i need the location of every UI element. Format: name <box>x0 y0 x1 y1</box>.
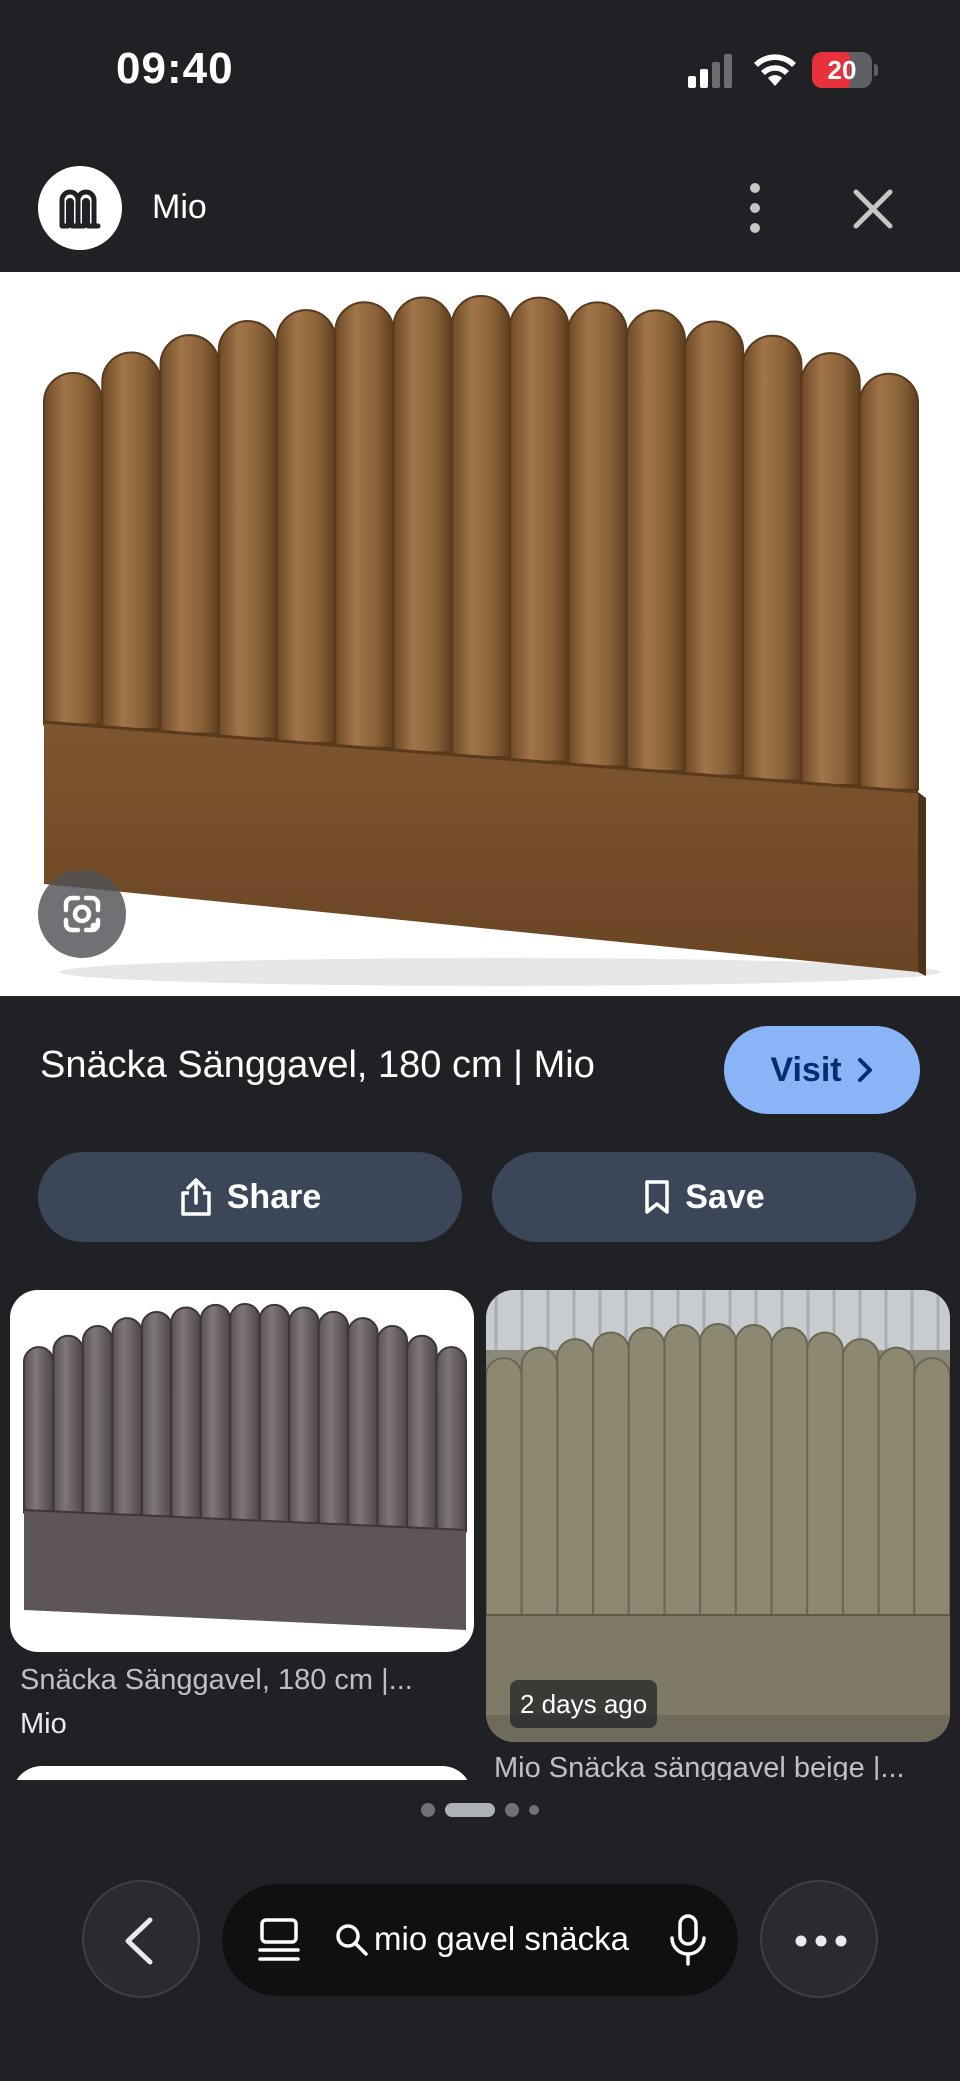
headboard-channel <box>435 1346 467 1533</box>
headboard-channel <box>858 372 919 791</box>
headboard-channel <box>683 320 745 777</box>
headboard-channel <box>841 1338 880 1621</box>
related-image-1[interactable] <box>10 1290 474 1652</box>
cellular-signal-icon <box>688 54 732 88</box>
headboard-channel <box>111 1317 143 1518</box>
page-dot <box>421 1803 435 1817</box>
headboard-channel <box>170 1306 202 1521</box>
close-icon[interactable] <box>846 182 900 236</box>
time-badge: 2 days ago <box>510 1680 658 1728</box>
headboard-channel <box>877 1346 916 1621</box>
headboard-channel <box>23 1346 55 1514</box>
headboard-channel <box>450 295 512 758</box>
share-label: Share <box>226 1177 322 1216</box>
headboard-channel <box>392 296 453 754</box>
chevron-right-icon <box>857 1058 872 1082</box>
headboard-channel <box>140 1311 173 1519</box>
headboard-channel <box>663 1324 702 1621</box>
wifi-icon <box>754 54 796 86</box>
headboard-channel <box>592 1331 630 1621</box>
bottom-toolbar: mio gavel snäcka <box>0 1880 960 2000</box>
headboard-channel <box>317 1311 350 1527</box>
ellipsis-icon <box>795 1935 847 1947</box>
share-button[interactable]: Share <box>38 1152 462 1242</box>
headboard-channel <box>217 320 279 740</box>
page-dot <box>529 1805 539 1815</box>
headboard-channel <box>625 309 686 772</box>
headboard-channel <box>913 1357 950 1621</box>
headboard-channel <box>770 1326 809 1621</box>
headboard-channel <box>699 1323 737 1621</box>
headboard-channel <box>406 1334 438 1531</box>
search-bar[interactable]: mio gavel snäcka <box>222 1884 738 1996</box>
headboard-channel <box>376 1325 409 1530</box>
status-time: 09:40 <box>116 44 234 93</box>
mio-logo-icon <box>59 189 101 229</box>
page-dot-active <box>445 1803 495 1817</box>
more-options-icon[interactable] <box>730 178 780 238</box>
search-icon <box>336 1924 368 1956</box>
headboard-channel <box>199 1303 232 1522</box>
headboard-channel <box>229 1303 261 1523</box>
headboard-channel <box>159 334 220 735</box>
headboard-channel <box>734 1324 773 1621</box>
battery-percent: 20 <box>827 55 857 85</box>
save-label: Save <box>685 1177 765 1216</box>
headboard-channel <box>258 1303 291 1525</box>
headboard-channel <box>288 1306 320 1526</box>
headboard-image <box>43 295 940 986</box>
share-icon <box>181 1178 211 1216</box>
headboard-channel <box>486 1357 523 1621</box>
result-image[interactable] <box>0 272 960 996</box>
visit-button[interactable]: Visit <box>724 1026 920 1114</box>
related-title-1[interactable]: Snäcka Sänggavel, 180 cm |... <box>20 1664 460 1697</box>
lens-icon <box>63 895 101 933</box>
result-title[interactable]: Snäcka Sänggavel, 180 cm | Mio <box>40 1044 595 1087</box>
headboard-channel <box>556 1338 595 1621</box>
page-dot <box>505 1803 519 1817</box>
battery-indicator: 20 <box>812 52 878 88</box>
headboard-channel <box>101 351 162 730</box>
google-lens-button[interactable] <box>38 870 126 958</box>
site-logo[interactable] <box>38 166 122 250</box>
status-bar: 09:40 20 <box>0 0 960 140</box>
tabs-icon <box>258 1918 300 1961</box>
grey-headboard-image <box>23 1303 467 1630</box>
overflow-menu-button[interactable] <box>760 1880 878 1998</box>
headboard-channel <box>43 372 104 726</box>
microphone-icon[interactable] <box>668 1912 708 1968</box>
headboard-channel <box>567 301 628 768</box>
chevron-left-icon <box>125 1917 153 1965</box>
battery-tip <box>874 64 878 76</box>
search-query[interactable]: mio gavel snäcka <box>374 1920 654 1958</box>
headboard-channel <box>509 296 570 763</box>
viewer-header: Mio <box>0 162 960 272</box>
related-source-1[interactable]: Mio <box>20 1708 67 1741</box>
headboard-channel <box>276 309 337 744</box>
page-indicator <box>0 1800 960 1820</box>
visit-label: Visit <box>770 1050 842 1089</box>
related-image-2[interactable]: 2 days ago <box>486 1290 950 1742</box>
headboard-channel <box>52 1334 84 1515</box>
headboard-channel <box>742 334 803 782</box>
save-button[interactable]: Save <box>492 1152 916 1242</box>
beige-headboard-photo <box>486 1290 950 1742</box>
bookmark-icon <box>645 1180 670 1214</box>
headboard-channel <box>806 1331 844 1621</box>
site-name[interactable]: Mio <box>152 188 207 227</box>
headboard-channel <box>800 352 861 786</box>
headboard-channel <box>627 1326 666 1621</box>
headboard-channel <box>81 1325 114 1517</box>
headboard-channel <box>520 1346 559 1621</box>
back-button[interactable] <box>82 1880 200 1998</box>
headboard-channel <box>347 1317 379 1529</box>
headboard-channel <box>334 301 395 749</box>
